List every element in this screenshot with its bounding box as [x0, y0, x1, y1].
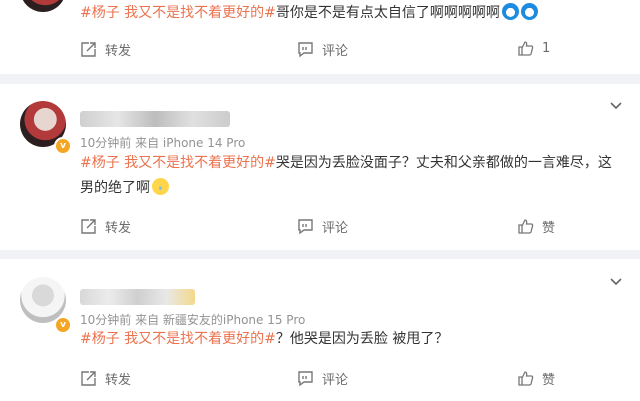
like-button[interactable]: 1 [517, 40, 550, 57]
like-label: 赞 [542, 373, 556, 388]
repost-button[interactable]: 转发 [80, 40, 131, 59]
comment-button[interactable]: 评论 [297, 40, 348, 59]
chevron-down-icon[interactable] [610, 100, 622, 112]
repost-icon [81, 42, 96, 57]
comment-card-1: #杨子 我又不是找不着更好的#哥你是不是有点太自信了啊啊啊啊啊 转发 评论 1 [0, 0, 640, 74]
repost-button[interactable]: 转发 [80, 369, 131, 388]
thumbs-up-icon [518, 219, 534, 234]
comment-content: #杨子 我又不是找不着更好的#哭是因为丢脸没面子？丈夫和父亲都做的一言难尽，这 … [80, 151, 620, 201]
verified-badge: v [54, 137, 72, 155]
repost-icon [81, 371, 96, 386]
chevron-down-icon[interactable] [610, 276, 622, 288]
comment-content: #杨子 我又不是找不着更好的#？他哭是因为丢脸 被甩了？ [80, 327, 620, 352]
comment-card-3: v 10分钟前 来自 新疆安友的iPhone 15 Pro #杨子 我又不是找不… [0, 259, 640, 401]
comment-icon [298, 42, 313, 58]
avatar[interactable] [20, 0, 66, 12]
comment-label: 评论 [322, 221, 349, 236]
comment-text: ？他哭是因为丢脸 被甩了？ [275, 331, 449, 347]
emoji-icon [501, 3, 519, 20]
like-label: 赞 [542, 221, 556, 236]
comment-text-line2: 男的绝了啊 [80, 180, 150, 196]
verified-badge: v [54, 316, 72, 334]
comment-content: #杨子 我又不是找不着更好的#哥你是不是有点太自信了啊啊啊啊啊 [80, 1, 620, 26]
comment-text-line1: 哭是因为丢脸没面子？丈夫和父亲都做的一言难尽，这 [275, 155, 612, 171]
comment-button[interactable]: 评论 [297, 217, 348, 236]
cry-emoji-icon [152, 178, 169, 195]
comment-meta: 10分钟前 来自 iPhone 14 Pro [80, 136, 246, 150]
comment-meta: 10分钟前 来自 新疆安友的iPhone 15 Pro [80, 313, 306, 327]
repost-label: 转发 [105, 221, 132, 236]
comment-icon [298, 371, 313, 387]
repost-label: 转发 [105, 373, 132, 388]
comment-icon [298, 219, 313, 235]
topic-link[interactable]: #杨子 我又不是找不着更好的# [80, 5, 276, 21]
like-button[interactable]: 赞 [517, 217, 555, 236]
comment-label: 评论 [322, 44, 349, 59]
topic-link[interactable]: #杨子 我又不是找不着更好的# [80, 155, 276, 171]
thumbs-up-icon [518, 41, 534, 56]
comment-label: 评论 [322, 373, 349, 388]
username-blurred[interactable] [80, 289, 195, 305]
like-button[interactable]: 赞 [517, 369, 555, 388]
like-count: 1 [542, 41, 551, 56]
comment-button[interactable]: 评论 [297, 369, 348, 388]
topic-link[interactable]: #杨子 我又不是找不着更好的# [80, 331, 276, 347]
username-blurred[interactable] [80, 111, 230, 127]
repost-label: 转发 [105, 44, 132, 59]
comment-text: 哥你是不是有点太自信了啊啊啊啊啊 [275, 5, 500, 21]
emoji-icon [520, 3, 538, 20]
comment-card-2: v 10分钟前 来自 iPhone 14 Pro #杨子 我又不是找不着更好的#… [0, 84, 640, 250]
repost-icon [81, 219, 96, 234]
repost-button[interactable]: 转发 [80, 217, 131, 236]
thumbs-up-icon [518, 371, 534, 386]
